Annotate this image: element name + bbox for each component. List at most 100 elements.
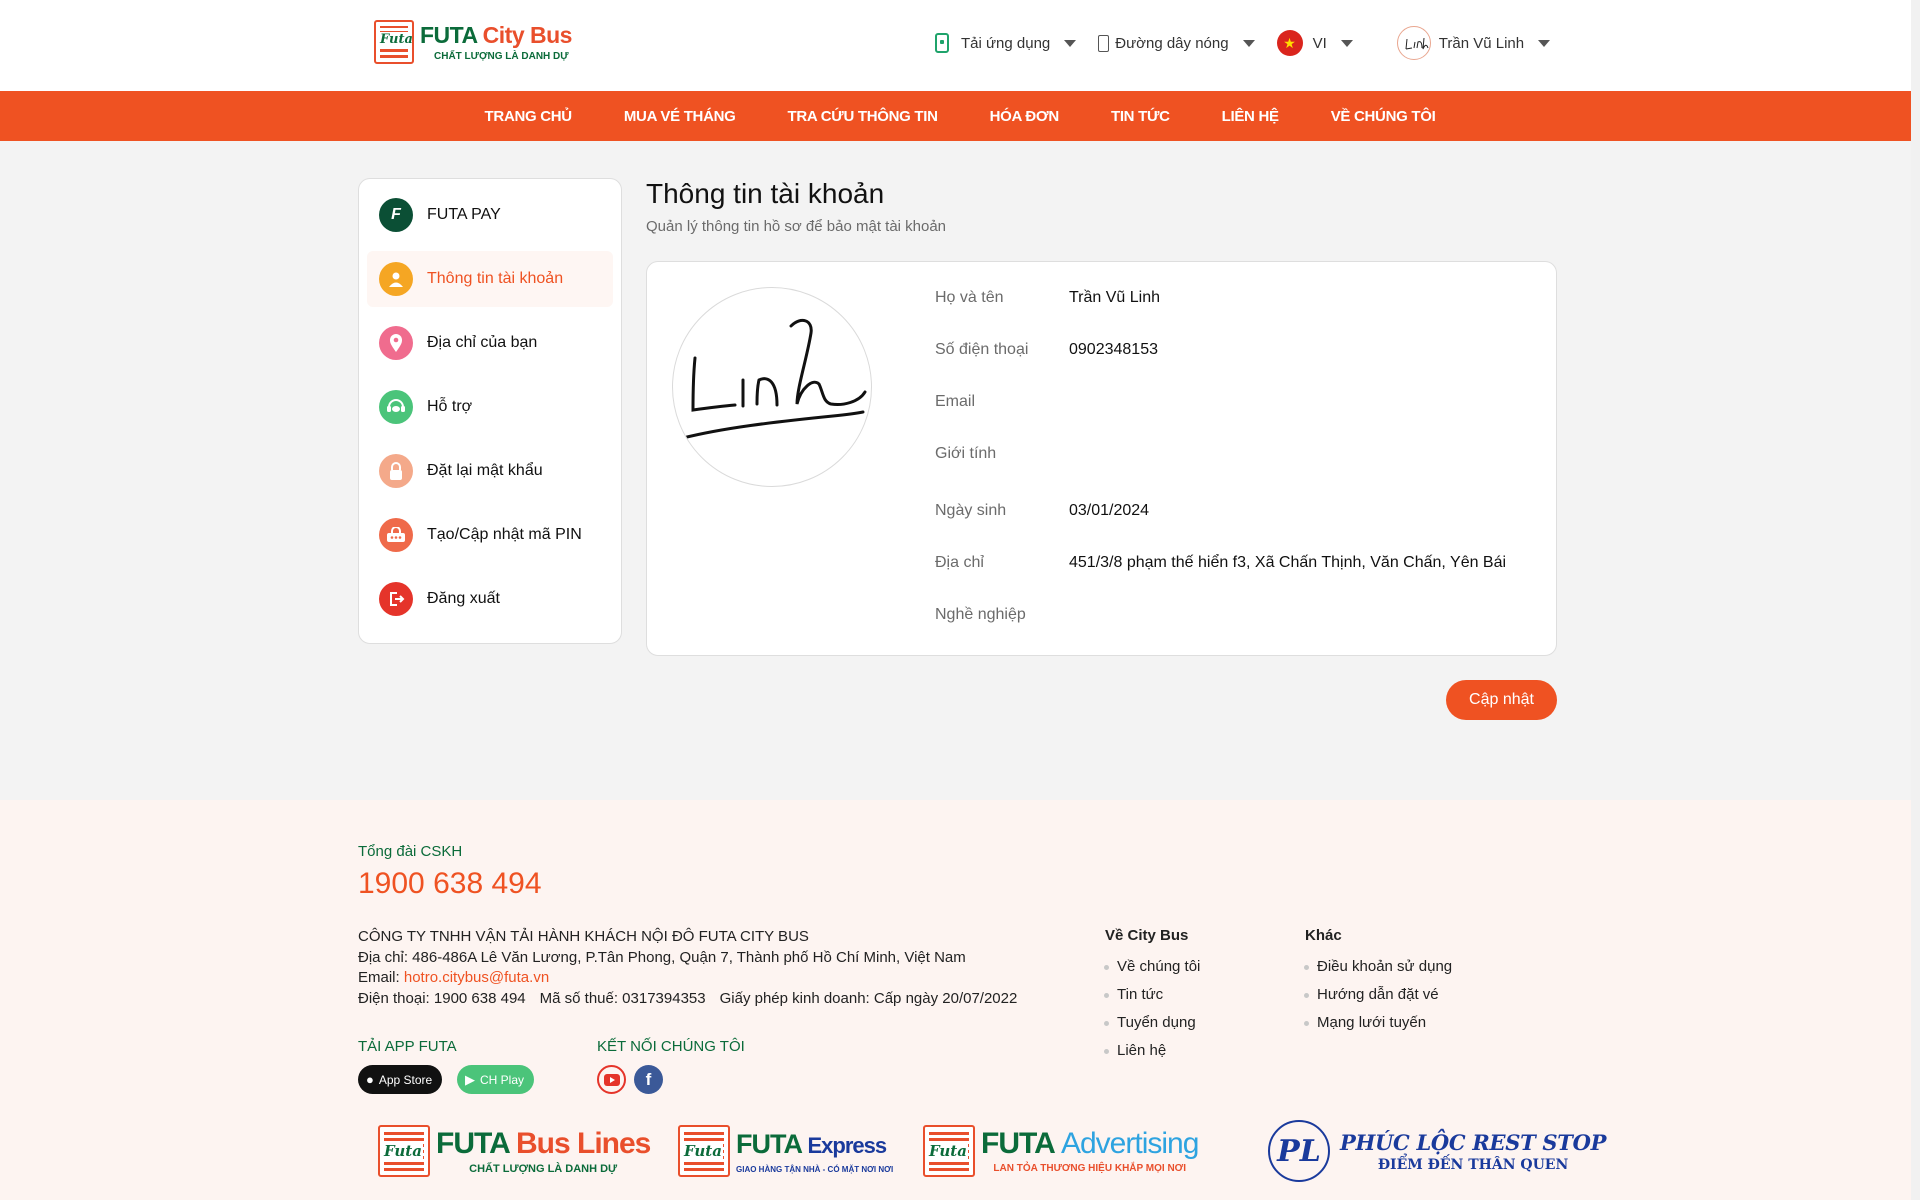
brand-title-futa: FUTA <box>420 22 477 48</box>
partner-futa-advertising[interactable]: Futa FUTA Advertising LAN TỎA THƯƠNG HIỆ… <box>923 1120 1199 1182</box>
field-label: Địa chỉ <box>935 554 984 571</box>
app-store-label: App Store <box>378 1072 433 1087</box>
field-address: Địa chỉ 451/3/8 phạm thế hiển f3, Xã Chấ… <box>935 554 1506 572</box>
header: Futa FUTA City Bus CHẤT LƯỢNG LÀ DANH DỰ… <box>0 0 1920 91</box>
futa-logo-mark: Futa <box>923 1125 975 1177</box>
email-label: Email: <box>358 969 400 986</box>
sidebar-item-support[interactable]: Hỗ trợ <box>367 379 613 435</box>
footer-col-other-links: Điều khoản sử dụng Hướng dẫn đặt vé Mạng… <box>1304 958 1452 1042</box>
field-full-name: Họ và tên Trần Vũ Linh <box>935 289 1160 307</box>
partner-futa-bus-lines[interactable]: Futa FUTA Bus Lines CHẤT LƯỢNG LÀ DANH D… <box>378 1120 651 1182</box>
field-occupation: Nghề nghiệp <box>935 606 1069 624</box>
ch-play-button[interactable]: ▶ CH Play <box>457 1065 535 1094</box>
sidebar-item-label: Đặt lại mật khẩu <box>427 462 543 479</box>
field-label: Nghề nghiệp <box>935 606 1026 623</box>
partner-phuc-loc-rest-stop[interactable]: PL PHÚC LỘC REST STOP ĐIỂM ĐẾN THÂN QUEN <box>1268 1120 1606 1182</box>
nav-home[interactable]: TRANG CHỦ <box>459 108 598 125</box>
footer-company-info: CÔNG TY TNHH VẬN TẢI HÀNH KHÁCH NỘI ĐÔ F… <box>358 927 1017 1009</box>
user-name: Trần Vũ Linh <box>1438 34 1525 52</box>
company-email-link[interactable]: hotro.citybus@futa.vn <box>404 969 549 986</box>
chevron-down-icon <box>1340 39 1353 47</box>
field-label: Email <box>935 393 976 410</box>
language-dropdown[interactable]: ★ VI <box>1276 30 1353 56</box>
support-chat-icon <box>379 390 413 424</box>
footer-link[interactable]: Hướng dẫn đặt vé <box>1304 986 1452 1014</box>
field-gender: Giới tính <box>935 445 1069 463</box>
sidebar-item-futa-pay[interactable]: F FUTA PAY <box>367 187 613 243</box>
sidebar-item-logout[interactable]: Đăng xuất <box>367 571 613 627</box>
futa-logo-mark: Futa <box>678 1125 730 1177</box>
sidebar-item-label: Hỗ trợ <box>427 398 473 415</box>
field-email: Email <box>935 393 1069 411</box>
logout-icon <box>379 582 413 616</box>
footer-hotline-number[interactable]: 1900 638 494 <box>358 867 542 901</box>
footer-col-about-title: Về City Bus <box>1105 927 1189 944</box>
sidebar-item-reset-password[interactable]: Đặt lại mật khẩu <box>367 443 613 499</box>
field-value: 03/01/2024 <box>1069 502 1150 519</box>
youtube-icon[interactable] <box>597 1065 626 1094</box>
app-download-dropdown[interactable]: Tải ứng dụng <box>935 33 1077 53</box>
apple-icon: ● <box>366 1072 374 1087</box>
profile-avatar[interactable] <box>672 287 872 487</box>
lock-icon <box>379 454 413 488</box>
footer-link[interactable]: Tin tức <box>1104 986 1200 1014</box>
hotline-dropdown[interactable]: Đường dây nóng <box>1098 34 1255 52</box>
footer-link[interactable]: Mạng lưới tuyến <box>1304 1014 1452 1042</box>
footer-col-about-links: Về chúng tôi Tin tức Tuyển dụng Liên hệ <box>1104 958 1200 1070</box>
hotline-label: Đường dây nóng <box>1115 34 1229 52</box>
field-value: 451/3/8 phạm thế hiển f3, Xã Chấn Thịnh,… <box>1069 554 1507 571</box>
page-subtitle: Quản lý thông tin hồ sơ để bảo mật tài k… <box>646 218 947 235</box>
nav-news[interactable]: TIN TỨC <box>1085 108 1196 125</box>
update-button[interactable]: Cập nhật <box>1446 680 1557 720</box>
futa-city-bus-logo[interactable]: Futa FUTA City Bus CHẤT LƯỢNG LÀ DANH DỰ <box>374 20 572 64</box>
play-store-icon: ▶ <box>465 1071 475 1087</box>
field-label: Số điện thoại <box>935 341 1029 358</box>
nav-about[interactable]: VỀ CHÚNG TÔI <box>1305 108 1462 125</box>
nav-contact[interactable]: LIÊN HỆ <box>1196 108 1305 125</box>
brand-tagline: CHẤT LƯỢNG LÀ DANH DỰ <box>434 51 569 62</box>
footer-link[interactable]: Tuyển dụng <box>1104 1014 1200 1042</box>
nav-invoice[interactable]: HÓA ĐƠN <box>964 108 1085 125</box>
partner-tagline: CHẤT LƯỢNG LÀ DANH DỰ <box>469 1162 618 1175</box>
language-label: VI <box>1312 34 1327 52</box>
company-address: Địa chỉ: 486-486A Lê Văn Lương, P.Tân Ph… <box>358 948 966 966</box>
partner-name-a: FUTA <box>981 1127 1055 1160</box>
futa-logo-mark: Futa <box>374 20 414 64</box>
footer-link[interactable]: Liên hệ <box>1104 1042 1200 1070</box>
partner-name-b: Express <box>807 1133 888 1158</box>
company-phone: Điện thoại: 1900 638 494 <box>358 989 526 1007</box>
partner-tagline: ĐIỂM ĐẾN THÂN QUEN <box>1377 1156 1569 1173</box>
app-download-label: Tải ứng dụng <box>961 34 1051 52</box>
sidebar-item-account-info[interactable]: Thông tin tài khoản <box>367 251 613 307</box>
app-store-button[interactable]: ● App Store <box>358 1065 443 1094</box>
footer-link[interactable]: Điều khoản sử dụng <box>1304 958 1452 986</box>
partner-name-b: Bus Lines <box>515 1126 651 1160</box>
partner-futa-express[interactable]: Futa FUTA Express GIAO HÀNG TẬN NHÀ - CÓ… <box>678 1120 893 1182</box>
company-name: CÔNG TY TNHH VẬN TẢI HÀNH KHÁCH NỘI ĐÔ F… <box>358 928 809 945</box>
sidebar-item-pin[interactable]: Tạo/Cập nhật mã PIN <box>367 507 613 563</box>
page-scrollbar[interactable] <box>1911 0 1920 1200</box>
sidebar-item-address[interactable]: Địa chỉ của bạn <box>367 315 613 371</box>
mobile-app-icon <box>935 33 949 53</box>
footer-link[interactable]: Về chúng tôi <box>1104 958 1200 986</box>
vietnam-flag-icon: ★ <box>1276 30 1303 56</box>
user-menu-dropdown[interactable]: Trần Vũ Linh <box>1396 26 1551 60</box>
partner-name-a: FUTA <box>436 1126 510 1160</box>
user-avatar <box>1396 26 1431 60</box>
futa-pay-icon: F <box>379 198 413 232</box>
chevron-down-icon <box>1538 39 1551 47</box>
chevron-down-icon <box>1242 39 1255 47</box>
account-info-card: Họ và tên Trần Vũ Linh Số điện thoại 090… <box>646 261 1557 656</box>
nav-lookup[interactable]: TRA CỨU THÔNG TIN <box>762 108 964 125</box>
chevron-down-icon <box>1064 39 1077 47</box>
field-label: Họ và tên <box>935 289 1004 306</box>
partner-tagline: LAN TỎA THƯƠNG HIỆU KHẮP MỌI NƠI <box>993 1163 1186 1174</box>
field-value: Trần Vũ Linh <box>1069 289 1161 306</box>
company-tax-code: Mã số thuế: 0317394353 <box>539 989 706 1007</box>
nav-monthly-ticket[interactable]: MUA VÉ THÁNG <box>598 108 762 125</box>
ch-play-label: CH Play <box>480 1072 525 1087</box>
partner-name-b: Advertising <box>1060 1127 1199 1160</box>
page-title: Thông tin tài khoản <box>646 178 885 209</box>
sidebar-item-label: Thông tin tài khoản <box>427 270 564 287</box>
facebook-icon[interactable]: f <box>634 1065 663 1094</box>
